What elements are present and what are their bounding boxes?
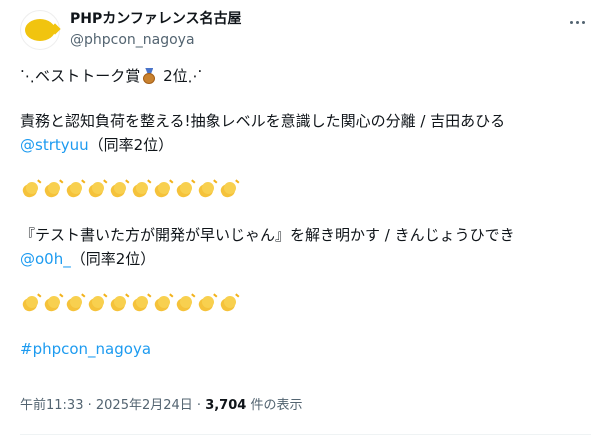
phpcon-logo-icon xyxy=(25,19,55,41)
views-label: 件の表示 xyxy=(246,398,303,413)
clapping-hands-icon xyxy=(196,179,218,200)
clapping-hands-icon xyxy=(86,179,108,200)
clap-emoji-row xyxy=(20,292,590,316)
clapping-hands-icon xyxy=(86,293,108,314)
talk2-credit: @o0h_（同率2位） xyxy=(20,250,156,268)
clapping-hands-icon xyxy=(130,293,152,314)
tweet-meta: 午前11:33 · 2025年2月24日 · 3,704 件の表示 xyxy=(20,398,303,413)
divider xyxy=(20,434,591,435)
mention-link[interactable]: @o0h_ xyxy=(20,250,71,268)
clapping-hands-icon xyxy=(174,179,196,200)
clapping-hands-icon xyxy=(64,293,86,314)
hashtag-link[interactable]: #phpcon_nagoya xyxy=(20,340,151,358)
more-horizontal-icon xyxy=(569,20,573,24)
tweet-text: ⋱ベストトーク賞 2位⋰ 責務と認知負荷を整える!抽象レベルを意識した関心の分離… xyxy=(20,64,590,361)
clapping-hands-icon xyxy=(174,293,196,314)
clapping-hands-icon xyxy=(152,293,174,314)
clapping-hands-icon xyxy=(152,179,174,200)
clapping-hands-icon xyxy=(130,179,152,200)
award-heading: ⋱ベストトーク賞 2位⋰ xyxy=(20,67,203,85)
views-count: 3,704 xyxy=(205,398,247,413)
post-time[interactable]: 午前11:33 xyxy=(20,398,83,413)
avatar[interactable] xyxy=(20,10,60,50)
clapping-hands-icon xyxy=(42,293,64,314)
talk1-credit: @strtyuu（同率2位） xyxy=(20,136,174,154)
more-button[interactable] xyxy=(565,12,589,32)
clap-emoji-row xyxy=(20,178,590,202)
tweet: PHPカンファレンス名古屋 @phpcon_nagoya ⋱ベストトーク賞 2位… xyxy=(0,0,601,440)
mention-link[interactable]: @strtyuu xyxy=(20,136,89,154)
user-handle[interactable]: @phpcon_nagoya xyxy=(70,31,195,49)
bronze-medal-icon xyxy=(142,68,156,84)
display-name[interactable]: PHPカンファレンス名古屋 xyxy=(70,10,242,28)
clapping-hands-icon xyxy=(42,179,64,200)
clapping-hands-icon xyxy=(196,293,218,314)
clapping-hands-icon xyxy=(64,179,86,200)
clapping-hands-icon xyxy=(20,293,42,314)
clapping-hands-icon xyxy=(218,293,240,314)
clapping-hands-icon xyxy=(108,179,130,200)
post-date[interactable]: 2025年2月24日 xyxy=(96,398,193,413)
talk1-title: 責務と認知負荷を整える!抽象レベルを意識した関心の分離 / 吉田あひる xyxy=(20,112,506,130)
talk2-title: 『テスト書いた方が開発が早いじゃん』を解き明かす / きんじょうひでき xyxy=(20,226,515,244)
clapping-hands-icon xyxy=(108,293,130,314)
clapping-hands-icon xyxy=(218,179,240,200)
clapping-hands-icon xyxy=(20,179,42,200)
